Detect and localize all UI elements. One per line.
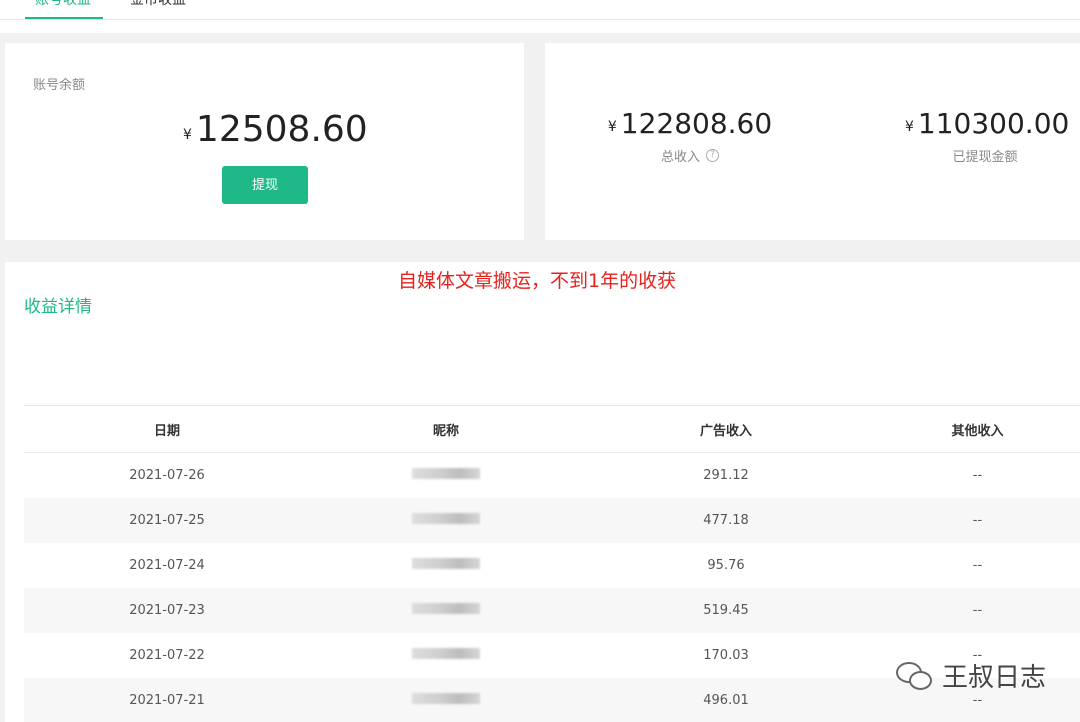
annotation-text: 自媒体文章搬运，不到1年的收获	[398, 270, 677, 292]
other-income-cell: --	[972, 603, 983, 618]
column-header-nickname: 昵称	[432, 423, 459, 439]
nickname-cell	[310, 513, 582, 528]
nickname-cell	[310, 648, 582, 663]
section-title: 收益详情	[24, 297, 92, 317]
other-income-cell: --	[972, 558, 983, 573]
balance-value: 12508.60	[195, 109, 368, 150]
blurred-nickname	[412, 558, 480, 569]
nickname-cell	[310, 693, 582, 708]
other-income-cell: --	[972, 693, 983, 708]
nickname-cell	[310, 468, 582, 483]
balance-label: 账号余额	[33, 78, 86, 93]
column-header-date: 日期	[153, 423, 180, 439]
nickname-cell	[310, 603, 582, 618]
date-cell: 2021-07-25	[129, 513, 205, 528]
date-cell: 2021-07-24	[129, 558, 205, 573]
date-cell: 2021-07-26	[129, 468, 205, 483]
total-income-value: 122808.60	[620, 107, 773, 140]
currency-symbol: ¥	[607, 119, 617, 135]
tab-bar: 账号收益 金币收益	[0, 0, 1080, 33]
date-cell: 2021-07-23	[129, 603, 205, 618]
column-header-other-income: 其他收入	[951, 423, 1004, 439]
withdrawn-value: 110300.00	[917, 107, 1070, 140]
ad-income-cell: 95.76	[707, 558, 745, 573]
table-row: 2021-07-26 291.12 --	[24, 453, 1080, 498]
earnings-detail-card: 自媒体文章搬运，不到1年的收获 收益详情 日期 昵称 广告收入 其他收入 202…	[5, 262, 1080, 722]
withdrawn-label: 已提现金额	[952, 150, 1018, 165]
table-row: 2021-07-23 519.45 --	[24, 588, 1080, 633]
ad-income-cell: 170.03	[703, 648, 749, 663]
column-header-ad-income: 广告收入	[699, 423, 752, 439]
wechat-icon	[895, 660, 934, 692]
currency-symbol: ¥	[905, 119, 914, 135]
table-row: 2021-07-24 95.76 --	[24, 543, 1080, 588]
ad-income-cell: 519.45	[703, 603, 749, 618]
ad-income-cell: 496.01	[703, 693, 749, 708]
withdrawn-amount: ¥110300.00	[905, 107, 1069, 140]
total-income-label: 总收入	[660, 150, 700, 165]
balance-amount: ¥12508.60	[183, 109, 368, 150]
other-income-cell: --	[972, 513, 983, 528]
blurred-nickname	[412, 603, 480, 614]
blurred-nickname	[412, 468, 480, 479]
table-header: 日期 昵称 广告收入 其他收入	[24, 406, 1080, 453]
date-cell: 2021-07-22	[129, 648, 205, 663]
watermark: 王叔日志	[895, 657, 1046, 694]
ad-income-cell: 291.12	[703, 468, 749, 483]
currency-symbol: ¥	[183, 127, 192, 143]
balance-card: 账号余额 ¥12508.60 提现	[5, 43, 524, 240]
other-income-cell: --	[972, 468, 983, 483]
date-cell: 2021-07-21	[129, 693, 205, 708]
blurred-nickname	[412, 693, 480, 704]
help-icon[interactable]: ?	[706, 149, 719, 162]
ad-income-cell: 477.18	[703, 513, 749, 528]
tab-account-earnings[interactable]: 账号收益	[25, 0, 103, 20]
withdraw-button[interactable]: 提现	[222, 166, 308, 204]
total-income-amount: ¥122808.60	[608, 107, 772, 140]
table-row: 2021-07-25 477.18 --	[24, 498, 1080, 543]
withdrawn-total: ¥110300.00 已提现金额	[905, 107, 1069, 165]
totals-card: ¥122808.60 总收入 ? ¥110300.00 已提现金额	[545, 43, 1080, 240]
blurred-nickname	[412, 648, 480, 659]
tab-coin-earnings[interactable]: 金币收益	[130, 0, 186, 20]
blurred-nickname	[412, 513, 480, 524]
nickname-cell	[310, 558, 582, 573]
total-income: ¥122808.60 总收入 ?	[605, 107, 775, 165]
watermark-text: 王叔日志	[941, 663, 1046, 693]
